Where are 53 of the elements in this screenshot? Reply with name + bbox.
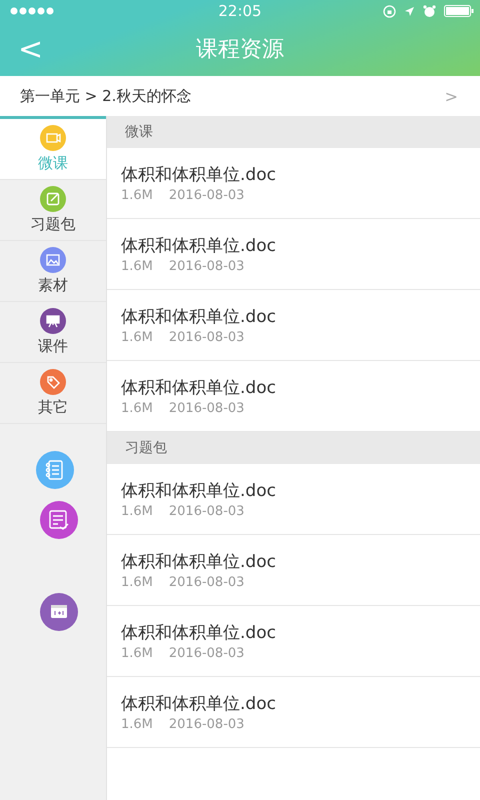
file-row[interactable]: 体积和体积单位.doc 1.6M 2016-08-03 <box>107 464 480 535</box>
sidebar-label: 微课 <box>38 154 68 173</box>
file-name: 体积和体积单位.doc <box>121 164 277 186</box>
file-date: 2016-08-03 <box>168 717 244 732</box>
location-icon <box>404 6 415 16</box>
section-header: 习题包 <box>107 432 480 464</box>
calculator-icon[interactable] <box>40 593 78 631</box>
file-row[interactable]: 体积和体积单位.doc 1.6M 2016-08-03 <box>107 148 480 219</box>
file-name: 体积和体积单位.doc <box>121 377 277 399</box>
file-size: 1.6M <box>121 259 153 274</box>
alarm-icon <box>423 4 436 18</box>
sidebar-tab[interactable]: 课件 <box>0 302 106 363</box>
file-name: 体积和体积单位.doc <box>121 306 277 328</box>
file-row[interactable]: 体积和体积单位.doc 1.6M 2016-08-03 <box>107 290 480 361</box>
file-date: 2016-08-03 <box>168 330 244 345</box>
file-size: 1.6M <box>121 330 153 345</box>
file-date: 2016-08-03 <box>168 401 244 416</box>
rotation-lock-icon <box>383 4 396 18</box>
file-date: 2016-08-03 <box>168 575 244 590</box>
sidebar-label: 课件 <box>38 337 68 356</box>
battery-icon <box>444 5 474 17</box>
file-name: 体积和体积单位.doc <box>121 235 277 257</box>
sidebar-label: 素材 <box>38 276 68 295</box>
checklist-icon[interactable] <box>36 451 74 489</box>
file-date: 2016-08-03 <box>168 646 244 661</box>
file-size: 1.6M <box>121 717 153 732</box>
file-size: 1.6M <box>121 188 153 203</box>
file-size: 1.6M <box>121 646 153 661</box>
file-row[interactable]: 体积和体积单位.doc 1.6M 2016-08-03 <box>107 606 480 677</box>
file-row[interactable]: 体积和体积单位.doc 1.6M 2016-08-03 <box>107 219 480 290</box>
file-size: 1.6M <box>121 575 153 590</box>
task-list-icon[interactable] <box>40 501 78 539</box>
sidebar-label: 其它 <box>38 398 68 417</box>
sidebar-label: 习题包 <box>30 215 76 234</box>
file-date: 2016-08-03 <box>168 188 244 203</box>
file-date: 2016-08-03 <box>168 504 244 519</box>
file-name: 体积和体积单位.doc <box>121 693 277 715</box>
chevron-icon: > <box>444 86 458 106</box>
file-name: 体积和体积单位.doc <box>121 551 277 573</box>
file-row[interactable]: 体积和体积单位.doc 1.6M 2016-08-03 <box>107 535 480 606</box>
sidebar-tab[interactable]: 素材 <box>0 241 106 302</box>
breadcrumb-text: 第一单元 > 2.秋天的怀念 <box>20 86 192 106</box>
file-size: 1.6M <box>121 401 153 416</box>
file-size: 1.6M <box>121 504 153 519</box>
sidebar-tab[interactable]: 其它 <box>0 363 106 424</box>
section-header: 微课 <box>107 116 480 148</box>
file-name: 体积和体积单位.doc <box>121 622 277 644</box>
file-row[interactable]: 体积和体积单位.doc 1.6M 2016-08-03 <box>107 677 480 748</box>
file-name: 体积和体积单位.doc <box>121 480 277 502</box>
sidebar-tab[interactable]: 习题包 <box>0 180 106 241</box>
status-time: 22:05 <box>217 2 263 20</box>
file-date: 2016-08-03 <box>168 259 244 274</box>
page-title: 课程资源 <box>195 36 285 64</box>
